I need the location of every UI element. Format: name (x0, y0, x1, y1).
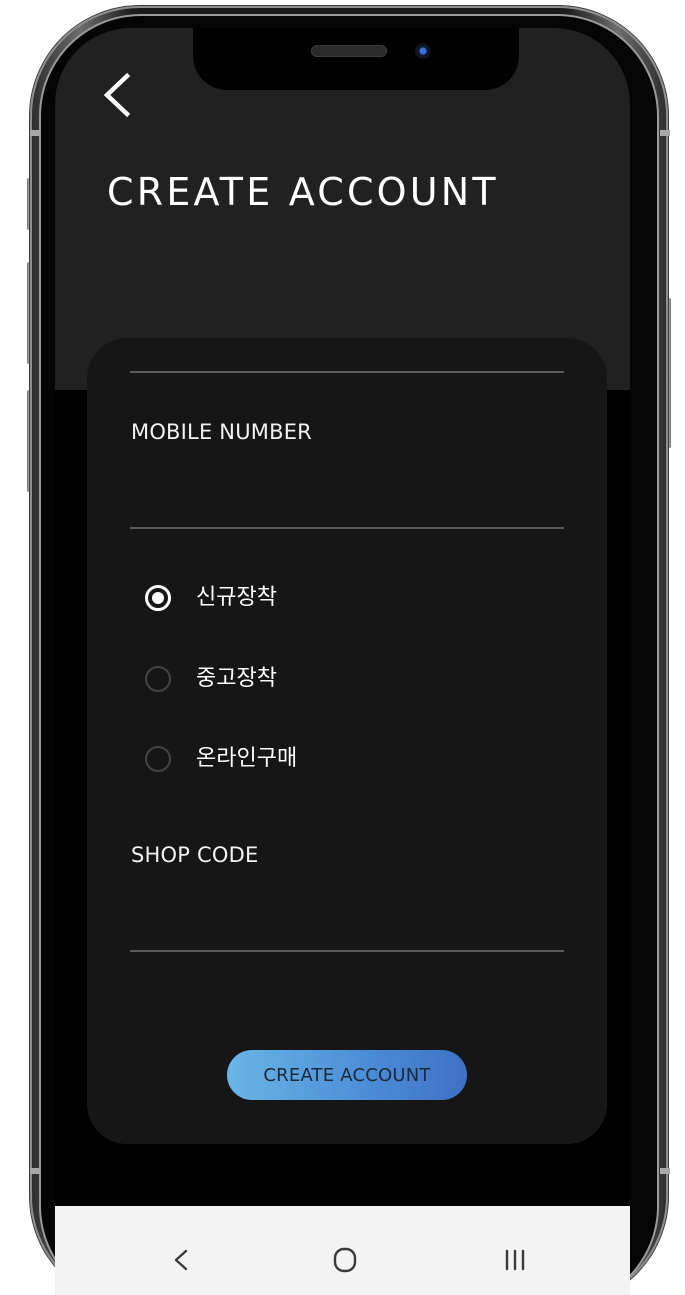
antenna-band (30, 1168, 40, 1174)
shop-code-underline (130, 950, 564, 952)
nav-back-button[interactable] (151, 1230, 211, 1290)
page-title: CREATE ACCOUNT (107, 170, 499, 214)
nav-recents-icon (505, 1249, 525, 1271)
radio-label: 중고장착 (196, 666, 277, 691)
radio-option-used-install[interactable]: 중고장착 (145, 663, 395, 699)
back-button[interactable] (99, 70, 139, 120)
front-camera (415, 43, 431, 59)
radio-label: 신규장착 (196, 585, 277, 610)
earpiece-speaker (311, 45, 387, 57)
android-navigation-bar (55, 1206, 630, 1295)
mobile-number-input[interactable] (130, 478, 564, 518)
nav-home-button[interactable] (315, 1230, 375, 1290)
mobile-number-label: MOBILE NUMBER (131, 420, 312, 444)
phone-mockup: CREATE ACCOUNT MOBILE NUMBER 신규장착 중고장착 온… (0, 0, 685, 1295)
notch (193, 28, 519, 90)
radio-label: 온라인구매 (196, 746, 298, 771)
radio-option-online-purchase[interactable]: 온라인구매 (145, 743, 395, 779)
chevron-left-icon (103, 72, 131, 118)
field-divider (130, 371, 564, 373)
radio-unchecked-icon (145, 746, 171, 772)
antenna-band (30, 130, 40, 136)
radio-unchecked-icon (145, 666, 171, 692)
create-account-button[interactable]: CREATE ACCOUNT (227, 1050, 467, 1100)
radio-option-new-install[interactable]: 신규장착 (145, 582, 395, 618)
antenna-band (660, 130, 670, 136)
nav-back-icon (174, 1249, 188, 1271)
mobile-number-underline (130, 527, 564, 529)
shop-code-label: SHOP CODE (131, 843, 259, 867)
antenna-band (660, 1168, 670, 1174)
shop-code-input[interactable] (130, 900, 564, 940)
radio-checked-icon (145, 585, 171, 611)
nav-recents-button[interactable] (485, 1230, 545, 1290)
nav-home-icon (333, 1247, 357, 1273)
app-screen: CREATE ACCOUNT MOBILE NUMBER 신규장착 중고장착 온… (55, 28, 630, 1295)
signup-form-card: MOBILE NUMBER 신규장착 중고장착 온라인구매 SHOP CODE (87, 338, 607, 1144)
